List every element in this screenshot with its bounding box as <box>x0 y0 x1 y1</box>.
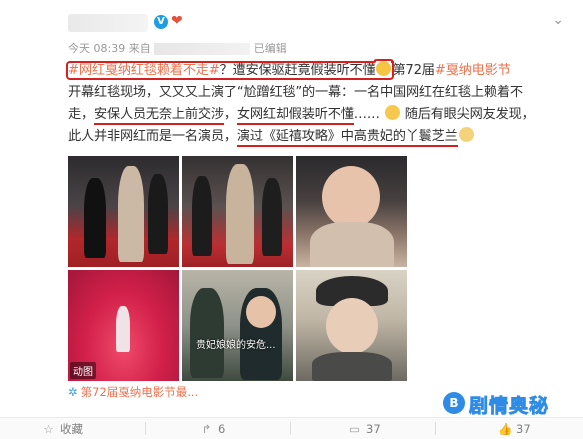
underline-pretend: 女网红却假装听不懂 <box>236 107 354 125</box>
like-count: 37 <box>516 422 531 436</box>
body-line-3a: 走， <box>68 107 94 122</box>
watermark-logo-icon: B <box>443 392 465 414</box>
image-thumb-6[interactable] <box>296 270 407 381</box>
repost-count: 6 <box>218 422 226 436</box>
repost-icon: ↱ <box>201 422 212 436</box>
image-grid: 动图 贵妃娘娘的安危... <box>68 156 408 381</box>
image-thumb-5[interactable]: 贵妃娘娘的安危... <box>182 270 293 381</box>
body-line-3d: 随后有眼尖网友发现， <box>400 107 535 122</box>
divider <box>435 422 436 435</box>
body-line-2: 开幕红毯现场，又又又上演了“尬蹭红毯”的一幕：一名中国网红在红毯上赖着不 <box>68 85 523 100</box>
underline-security: 安保人员无奈上前交涉 <box>93 107 224 125</box>
comment-count: 37 <box>366 422 381 436</box>
post-meta: 今天 08:39 来自 source 已编辑 <box>68 40 287 56</box>
divider <box>290 422 291 435</box>
video-subtitle: 贵妃娘娘的安危... <box>196 340 276 351</box>
headline-text: ？遭安保驱赶竟假装听不懂 <box>219 63 376 78</box>
comment-button[interactable]: ▭ 37 <box>348 421 381 437</box>
image-thumb-3[interactable] <box>296 156 407 267</box>
body-line-3b: ， <box>223 107 237 122</box>
comment-icon: ▭ <box>349 422 360 436</box>
post-header: user V ❤ ⌄ 今天 08:39 来自 source 已编辑 <box>68 10 568 56</box>
body-line-3c: …… <box>353 107 384 122</box>
vip-heart-icon: ❤ <box>171 13 183 29</box>
divider <box>145 422 146 435</box>
gif-badge: 动图 <box>70 362 96 379</box>
topic-link-1[interactable]: #网红戛纳红毯赖着不走# <box>68 63 220 78</box>
verified-icon: V <box>154 15 168 29</box>
user-name[interactable]: user <box>68 14 148 32</box>
action-bar: ☆ 收藏 ↱ 6 ▭ 37 👍 37 <box>0 417 583 439</box>
star-icon: ☆ <box>43 422 54 436</box>
underline-actress: 演过《延禧攻略》中高贵妃的丫鬟芝兰 <box>236 129 458 147</box>
body-line-4a: 此人并非网红而是一名演员， <box>68 129 237 144</box>
chevron-down-icon[interactable]: ⌄ <box>552 12 564 28</box>
topic-label: 第72届戛纳电影节最... <box>80 385 199 399</box>
post-text: #网红戛纳红毯赖着不走#？遭安保驱赶竟假装听不懂 第72届#戛纳电影节 开幕红毯现… <box>65 60 573 148</box>
watermark: B 剧情奥秘 <box>443 391 563 417</box>
edition-text: 第72届 <box>392 63 435 78</box>
topic-link-2[interactable]: #戛纳电影节 <box>435 63 511 78</box>
cat-emoji-icon <box>458 127 474 142</box>
image-thumb-1[interactable] <box>68 156 179 267</box>
watermark-text: 剧情奥秘 <box>469 395 550 418</box>
collect-button[interactable]: ☆ 收藏 <box>42 421 83 437</box>
topic-icon: ✲ <box>68 385 78 399</box>
image-thumb-2[interactable] <box>182 156 293 267</box>
post-time[interactable]: 今天 08:39 来自 <box>68 42 151 55</box>
image-thumb-4[interactable]: 动图 <box>68 270 179 381</box>
topic-link[interactable]: ✲ 第72届戛纳电影节最... <box>68 384 198 400</box>
emoji-icon <box>376 61 392 76</box>
post-source: source <box>154 43 251 55</box>
edited-label: 已编辑 <box>253 42 287 55</box>
collect-label: 收藏 <box>60 422 83 436</box>
thumbs-up-icon: 👍 <box>498 422 513 436</box>
like-button[interactable]: 👍 37 <box>498 421 531 437</box>
repost-button[interactable]: ↱ 6 <box>200 421 226 437</box>
sweat-emoji-icon <box>384 105 400 120</box>
weibo-post: user V ❤ ⌄ 今天 08:39 来自 source 已编辑 #网红戛纳红… <box>0 0 583 439</box>
